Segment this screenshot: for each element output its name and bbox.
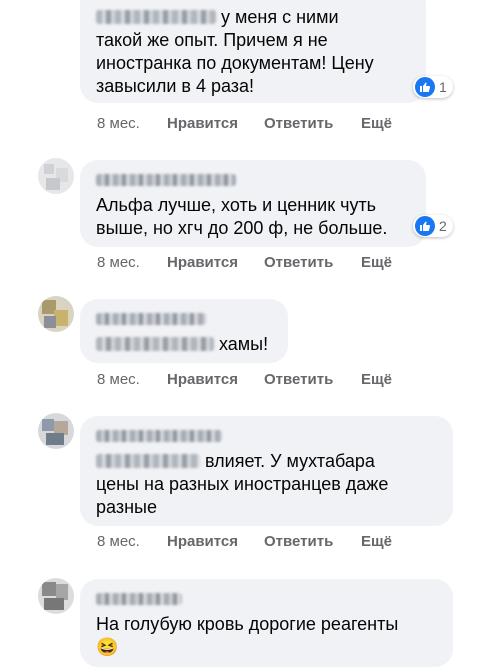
reply-button[interactable]: Ответить: [264, 115, 361, 132]
comment-text: у меня с ними: [221, 7, 339, 27]
like-button[interactable]: Нравится: [167, 115, 264, 132]
comment-text-line: хамы!: [96, 333, 272, 356]
timestamp[interactable]: 8 мес.: [97, 533, 167, 550]
reaction-count[interactable]: 2: [413, 215, 453, 237]
timestamp[interactable]: 8 мес.: [97, 115, 167, 132]
author-name[interactable]: [96, 309, 272, 329]
like-button[interactable]: Нравится: [167, 371, 264, 388]
more-button[interactable]: Ещё: [361, 115, 392, 132]
avatar[interactable]: [38, 578, 74, 614]
comment-text-line: у меня с ними: [96, 6, 410, 29]
comment-text: такой же опыт. Причем я не: [96, 30, 328, 50]
comment-text: разные: [96, 497, 157, 517]
comment-actions: 8 мес. Нравится Ответить Ещё: [97, 533, 392, 550]
mention-tag[interactable]: [96, 454, 200, 468]
comment-actions: 8 мес. Нравится Ответить Ещё: [97, 254, 392, 271]
comment-bubble: у меня с ними такой же опыт. Причем я не…: [80, 0, 426, 103]
comment-text-line: влияет. У мухтабара: [96, 450, 437, 473]
reply-button[interactable]: Ответить: [264, 533, 361, 550]
comment-text: Альфа лучше, хоть и ценник чуть: [96, 195, 377, 215]
comment-bubble: влияет. У мухтабара цены на разных иност…: [80, 416, 453, 526]
like-button[interactable]: Нравится: [167, 254, 264, 271]
comment-text: На голубую кровь дорогие реагенты: [96, 614, 399, 634]
comment-text: иностранка по документам! Цену: [96, 53, 374, 73]
comment-actions: 8 мес. Нравится Ответить Ещё: [97, 371, 392, 388]
avatar[interactable]: [38, 158, 74, 194]
comment-bubble: На голубую кровь дорогие реагенты 😆: [80, 579, 453, 667]
more-button[interactable]: Ещё: [361, 254, 392, 271]
comment-bubble: хамы!: [80, 299, 288, 363]
mention-tag[interactable]: [96, 10, 216, 24]
thumbs-up-icon: [415, 216, 435, 236]
avatar[interactable]: [38, 413, 74, 449]
author-name[interactable]: [96, 426, 437, 446]
author-name[interactable]: [96, 170, 410, 190]
thumbs-up-icon: [415, 77, 435, 97]
mention-tag[interactable]: [96, 337, 214, 351]
comment-text: влияет. У мухтабара: [205, 451, 375, 471]
comment-text: хамы!: [219, 334, 269, 354]
comment-text: выше, но хгч до 200 ф, не больше.: [96, 218, 388, 238]
comment-text: цены на разных иностранцев даже: [96, 474, 389, 494]
emoji-laughing: 😆: [96, 637, 119, 657]
more-button[interactable]: Ещё: [361, 533, 392, 550]
comment-text: завысили в 4 раза!: [96, 76, 255, 96]
reaction-number: 2: [439, 218, 447, 234]
comment-actions: 8 мес. Нравится Ответить Ещё: [97, 115, 392, 132]
reply-button[interactable]: Ответить: [264, 371, 361, 388]
author-name[interactable]: [96, 589, 437, 609]
comment-bubble: Альфа лучше, хоть и ценник чуть выше, но…: [80, 160, 426, 247]
more-button[interactable]: Ещё: [361, 371, 392, 388]
like-button[interactable]: Нравится: [167, 533, 264, 550]
reaction-count[interactable]: 1: [413, 76, 453, 98]
timestamp[interactable]: 8 мес.: [97, 371, 167, 388]
reply-button[interactable]: Ответить: [264, 254, 361, 271]
reaction-number: 1: [439, 79, 447, 95]
avatar[interactable]: [38, 296, 74, 332]
timestamp[interactable]: 8 мес.: [97, 254, 167, 271]
